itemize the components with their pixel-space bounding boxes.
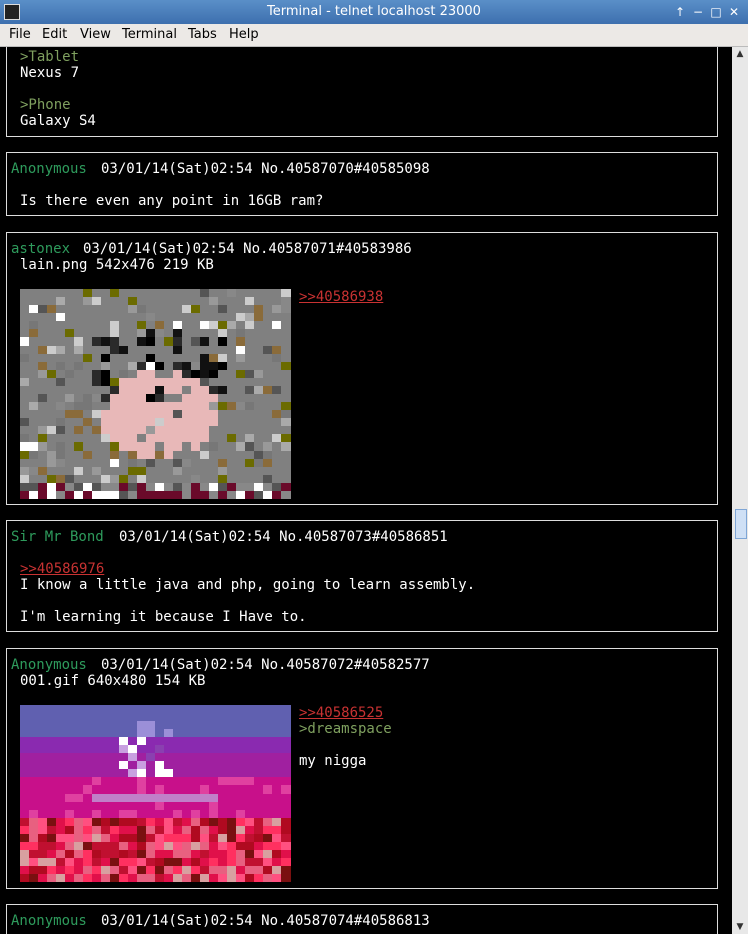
greentext: >Tablet [20, 49, 80, 65]
menu-help[interactable]: Help [229, 27, 259, 42]
post-text: I know a little java and php, going to l… [20, 577, 476, 593]
terminal-output[interactable]: >Tablet Nexus 7 >Phone Galaxy S4 Anonymo… [0, 47, 732, 934]
post-meta: 03/01/14(Sat)02:54 No.40587074#40586813 [101, 913, 430, 929]
post-text: Is there even any point in 16GB ram? [20, 193, 324, 209]
post-meta: 03/01/14(Sat)02:54 No.40587072#40582577 [101, 657, 430, 673]
scroll-up-icon[interactable]: ▲ [732, 47, 748, 61]
greentext: >Phone [20, 97, 71, 113]
post-meta: 03/01/14(Sat)02:54 No.40587073#40586851 [119, 529, 448, 545]
poster-name: Sir Mr Bond [11, 529, 104, 545]
poster-name: Anonymous [11, 161, 87, 177]
poster-name: Anonymous [11, 657, 87, 673]
menu-bar: File Edit View Terminal Tabs Help [0, 24, 748, 47]
menu-tabs[interactable]: Tabs [188, 27, 217, 42]
poster-name: astonex [11, 241, 71, 257]
window-title: Terminal - telnet localhost 23000 [267, 4, 481, 19]
post-text: my nigga [299, 753, 367, 769]
reply-link[interactable]: >>40586525 [299, 705, 383, 721]
keep-above-icon[interactable]: ↑ [672, 4, 688, 20]
poster-name: Anonymous [11, 913, 87, 929]
scroll-down-icon[interactable]: ▼ [732, 920, 748, 934]
post-meta: 03/01/14(Sat)02:54 No.40587071#40583986 [83, 241, 412, 257]
scrollbar-thumb[interactable] [735, 509, 747, 539]
post-image-thumbnail[interactable] [20, 705, 291, 883]
reply-link[interactable]: >>40586976 [20, 561, 104, 577]
file-info: lain.png 542x476 219 KB [20, 257, 214, 273]
title-bar: Terminal - telnet localhost 23000 ↑ − □ … [0, 0, 748, 24]
menu-terminal[interactable]: Terminal [122, 27, 177, 42]
vertical-scrollbar[interactable]: ▲ ▼ [732, 47, 748, 934]
reply-link[interactable]: >>40586938 [299, 289, 383, 305]
post-image-thumbnail[interactable] [20, 289, 291, 500]
post-text: I'm learning it because I Have to. [20, 609, 307, 625]
post-text: Nexus 7 [20, 65, 80, 81]
post-box [6, 47, 718, 137]
maximize-icon[interactable]: □ [708, 4, 724, 20]
greentext: >dreamspace [299, 721, 392, 737]
minimize-icon[interactable]: − [690, 4, 706, 20]
menu-file[interactable]: File [9, 27, 31, 42]
post-text: Galaxy S4 [20, 113, 96, 129]
file-info: 001.gif 640x480 154 KB [20, 673, 206, 689]
close-icon[interactable]: ✕ [726, 4, 742, 20]
menu-edit[interactable]: Edit [42, 27, 67, 42]
post-meta: 03/01/14(Sat)02:54 No.40587070#40585098 [101, 161, 430, 177]
menu-view[interactable]: View [80, 27, 111, 42]
